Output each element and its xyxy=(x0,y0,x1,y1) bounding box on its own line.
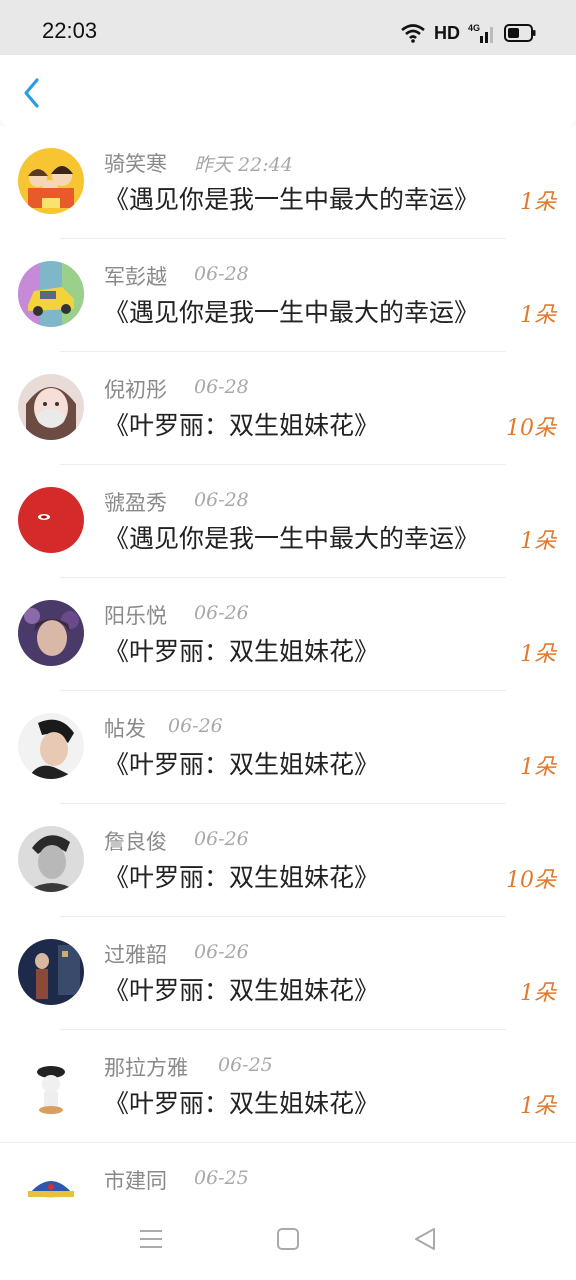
sent-time: 06-26 xyxy=(194,602,249,624)
red-circle-avatar xyxy=(18,487,84,553)
list-item[interactable]: 那拉方雅 06-25 《叶罗丽：双生姐妹花》 1朵 xyxy=(0,1030,576,1143)
sender-name: 倪初彤 xyxy=(104,378,167,402)
avatar[interactable] xyxy=(18,487,84,553)
avatar[interactable] xyxy=(18,261,84,327)
message-text: 《叶罗丽：双生姐妹花》 xyxy=(104,750,380,779)
flower-count: 1朵 xyxy=(520,529,556,554)
sender-name: 过雅韶 xyxy=(104,943,167,967)
avatar[interactable] xyxy=(18,600,84,666)
home-button[interactable] xyxy=(273,1224,303,1254)
home-square-icon xyxy=(277,1228,299,1250)
sender-name: 那拉方雅 xyxy=(104,1056,188,1080)
police-figure-avatar xyxy=(18,1052,84,1118)
list-item[interactable]: 过雅韶 06-26 《叶罗丽：双生姐妹花》 1朵 xyxy=(0,917,576,1030)
sender-name: 虢盈秀 xyxy=(104,491,167,515)
message-text: 《遇见你是我一生中最大的幸运》 xyxy=(104,524,480,553)
avatar[interactable] xyxy=(18,374,84,440)
list-item[interactable]: 骑笑寒 昨天 22:44 《遇见你是我一生中最大的幸运》 1朵 xyxy=(0,126,576,239)
toy-car-avatar xyxy=(18,261,84,327)
sender-name: 詹良俊 xyxy=(104,830,167,854)
sent-time: 06-26 xyxy=(168,715,223,737)
signal-4g-label: 4G xyxy=(468,23,480,33)
girl-mask-avatar xyxy=(18,374,84,440)
flower-count: 1朵 xyxy=(520,1094,556,1119)
flower-count: 1朵 xyxy=(520,303,556,328)
cartoon-hat-avatar xyxy=(18,1165,84,1198)
man-portrait-avatar xyxy=(18,713,84,779)
flower-count: 1朵 xyxy=(520,755,556,780)
flower-count: 10朵 xyxy=(506,868,556,893)
message-text: 《叶罗丽：双生姐妹花》 xyxy=(104,411,380,440)
network-type-label: HD xyxy=(434,22,460,43)
wifi-icon xyxy=(401,24,425,43)
list-item[interactable]: 帖发 06-26 《叶罗丽：双生姐妹花》 1朵 xyxy=(0,691,576,804)
message-text: 《叶罗丽：双生姐妹花》 xyxy=(104,863,380,892)
status-icons: HD 4G xyxy=(400,20,536,46)
message-text: 《叶罗丽：双生姐妹花》 xyxy=(104,637,380,666)
header xyxy=(0,55,576,129)
list-item[interactable]: 詹良俊 06-26 《叶罗丽：双生姐妹花》 10朵 xyxy=(0,804,576,917)
sender-name: 帖发 xyxy=(104,717,146,741)
list-item[interactable]: 倪初彤 06-28 《叶罗丽：双生姐妹花》 10朵 xyxy=(0,352,576,465)
sent-time: 06-25 xyxy=(218,1054,273,1076)
sent-time: 06-26 xyxy=(194,828,249,850)
back-nav-button[interactable] xyxy=(410,1224,440,1254)
purple-portrait-avatar xyxy=(18,600,84,666)
message-text: 《叶罗丽：双生姐妹花》 xyxy=(104,976,380,1005)
status-bar: 22:03 HD 4G xyxy=(0,0,576,60)
bw-portrait-avatar xyxy=(18,826,84,892)
sender-name: 阳乐悦 xyxy=(104,604,167,628)
flower-count: 10朵 xyxy=(506,416,556,441)
gift-list: 骑笑寒 昨天 22:44 《遇见你是我一生中最大的幸运》 1朵 军彭越 06-2… xyxy=(0,126,576,1198)
menu-icon xyxy=(140,1230,162,1248)
cartoon-family-avatar xyxy=(18,148,84,214)
flower-count: 1朵 xyxy=(520,981,556,1006)
sent-time: 06-25 xyxy=(194,1167,249,1189)
signal-icon: 4G xyxy=(468,23,493,43)
sender-name: 骑笑寒 xyxy=(104,152,167,176)
sent-time: 06-28 xyxy=(194,263,249,285)
sender-name: 军彭越 xyxy=(104,265,167,289)
night-street-avatar xyxy=(18,939,84,1005)
message-text: 《遇见你是我一生中最大的幸运》 xyxy=(104,298,480,327)
sender-name: 市建同 xyxy=(104,1169,167,1193)
status-time: 22:03 xyxy=(42,18,98,43)
avatar[interactable] xyxy=(18,1165,84,1198)
avatar[interactable] xyxy=(18,939,84,1005)
sent-time: 06-28 xyxy=(194,489,249,511)
list-item[interactable]: 虢盈秀 06-28 《遇见你是我一生中最大的幸运》 1朵 xyxy=(0,465,576,578)
avatar[interactable] xyxy=(18,713,84,779)
back-triangle-icon xyxy=(415,1228,435,1250)
list-item[interactable]: 军彭越 06-28 《遇见你是我一生中最大的幸运》 1朵 xyxy=(0,239,576,352)
avatar[interactable] xyxy=(18,826,84,892)
menu-button[interactable] xyxy=(136,1224,166,1254)
sent-time: 06-28 xyxy=(194,376,249,398)
system-nav-bar xyxy=(0,1198,576,1280)
sent-time: 06-26 xyxy=(194,941,249,963)
flower-count: 1朵 xyxy=(520,190,556,215)
list-item[interactable]: 市建同 06-25 xyxy=(0,1143,576,1198)
sent-time: 昨天 22:44 xyxy=(194,154,293,176)
battery-icon xyxy=(504,24,536,42)
avatar[interactable] xyxy=(18,148,84,214)
message-text: 《遇见你是我一生中最大的幸运》 xyxy=(104,185,480,214)
avatar[interactable] xyxy=(18,1052,84,1118)
chevron-left-icon xyxy=(24,78,39,108)
back-button[interactable] xyxy=(16,75,48,111)
list-item[interactable]: 阳乐悦 06-26 《叶罗丽：双生姐妹花》 1朵 xyxy=(0,578,576,691)
message-text: 《叶罗丽：双生姐妹花》 xyxy=(104,1089,380,1118)
flower-count: 1朵 xyxy=(520,642,556,667)
